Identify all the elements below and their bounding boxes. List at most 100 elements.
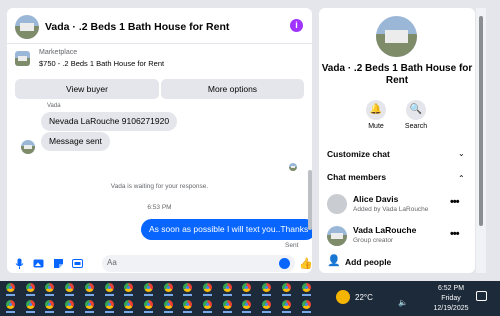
search-label: Search: [404, 123, 428, 130]
page-scrollbar[interactable]: [476, 8, 486, 273]
open-window-indicator: [25, 311, 35, 313]
customize-chat-section[interactable]: Customize chat: [327, 149, 390, 159]
member-avatar[interactable]: [327, 226, 347, 246]
thumbs-up-icon[interactable]: 👍: [299, 257, 312, 270]
member-name[interactable]: Vada LaRouche: [353, 225, 416, 235]
open-window-indicator: [281, 311, 291, 313]
more-options-icon[interactable]: •••: [450, 228, 460, 240]
browser-taskbar-icon[interactable]: [25, 300, 35, 309]
open-window-indicator: [262, 294, 272, 296]
more-options-icon[interactable]: •••: [450, 196, 460, 208]
more-options-button[interactable]: More options: [161, 79, 304, 99]
browser-taskbar-icon[interactable]: [143, 300, 153, 309]
browser-taskbar-icon[interactable]: [281, 283, 291, 292]
open-window-indicator: [203, 294, 212, 296]
browser-taskbar-icon[interactable]: [301, 300, 311, 309]
sender-name: Vada: [47, 103, 61, 109]
browser-taskbar-icon[interactable]: [222, 283, 232, 292]
mute-button[interactable]: 🔔 Mute: [361, 100, 391, 130]
outgoing-message: As soon as possible I will text you..Tha…: [141, 219, 312, 240]
temperature[interactable]: 22°C: [355, 293, 373, 302]
chat-scrollbar[interactable]: [308, 104, 312, 254]
open-window-indicator: [25, 294, 35, 296]
open-window-indicator: [262, 311, 272, 313]
waiting-notice: Vada is waiting for your response.: [110, 183, 209, 190]
notification-icon[interactable]: [476, 291, 487, 301]
open-window-indicator: [163, 294, 173, 296]
message-placeholder: Aa: [107, 258, 117, 267]
clock-day: Friday: [441, 295, 461, 302]
browser-taskbar-icon[interactable]: [163, 300, 173, 309]
bell-icon: 🔔: [366, 100, 386, 120]
browser-taskbar-icon[interactable]: [222, 300, 232, 309]
add-people-button[interactable]: Add people: [345, 257, 391, 267]
message-status: Sent: [285, 242, 299, 249]
open-window-indicator: [281, 294, 291, 296]
browser-taskbar-icon[interactable]: [84, 283, 94, 292]
search-button[interactable]: 🔍 Search: [401, 100, 431, 130]
open-window-indicator: [183, 294, 193, 296]
browser-taskbar-icon[interactable]: [281, 300, 291, 309]
browser-taskbar-icon[interactable]: [6, 283, 15, 292]
group-title: Vada · .2 Beds 1 Bath House for Rent: [321, 63, 473, 86]
browser-taskbar-icon[interactable]: [104, 300, 114, 309]
browser-taskbar-icon[interactable]: [104, 283, 114, 292]
member-avatar[interactable]: [327, 194, 347, 214]
view-buyer-button[interactable]: View buyer: [15, 79, 159, 99]
chat-members-section[interactable]: Chat members: [327, 172, 386, 182]
sticker-icon[interactable]: [53, 258, 64, 269]
open-window-indicator: [45, 294, 55, 296]
open-window-indicator: [183, 311, 193, 313]
info-panel: Vada · .2 Beds 1 Bath House for Rent 🔔 M…: [319, 8, 475, 273]
message-input[interactable]: Aa: [102, 255, 295, 272]
chevron-down-icon[interactable]: ⌄: [458, 149, 465, 158]
info-icon[interactable]: i: [290, 19, 303, 32]
open-window-indicator: [301, 294, 311, 296]
open-window-indicator: [163, 311, 173, 313]
chat-avatar[interactable]: [15, 15, 39, 39]
browser-taskbar-icon[interactable]: [143, 283, 153, 292]
marketplace-label: Marketplace: [39, 49, 78, 56]
open-window-indicator: [84, 294, 94, 296]
open-window-indicator: [45, 311, 55, 313]
open-window-indicator: [301, 311, 311, 313]
open-window-indicator: [84, 311, 94, 313]
member-name[interactable]: Alice Davis: [353, 194, 398, 204]
open-window-indicator: [104, 294, 114, 296]
photo-icon[interactable]: [33, 258, 44, 269]
add-person-icon[interactable]: 👤: [327, 254, 341, 267]
group-avatar[interactable]: [376, 16, 417, 57]
emoji-icon[interactable]: [279, 258, 290, 269]
browser-taskbar-icon[interactable]: [6, 300, 15, 309]
chat-header: Vada · .2 Beds 1 Bath House for Rent i: [7, 8, 312, 44]
weather-icon[interactable]: [336, 290, 350, 304]
chevron-up-icon[interactable]: ⌃: [458, 174, 465, 183]
marketplace-item[interactable]: $750 - .2 Beds 1 Bath House for Rent: [39, 59, 164, 68]
clock-date: 12/19/2025: [433, 305, 469, 312]
chat-panel: Vada · .2 Beds 1 Bath House for Rent i M…: [7, 8, 312, 273]
browser-taskbar-icon[interactable]: [203, 300, 212, 309]
incoming-message: Nevada LaRouche 9106271920: [41, 112, 178, 131]
composer: Aa 👍: [7, 254, 312, 273]
open-window-indicator: [222, 311, 232, 313]
gif-icon[interactable]: [72, 258, 83, 269]
open-window-indicator: [143, 311, 153, 313]
volume-icon[interactable]: 🔈: [398, 298, 408, 307]
browser-taskbar-icon[interactable]: [301, 283, 311, 292]
open-window-indicator: [143, 294, 153, 296]
search-icon: 🔍: [406, 100, 426, 120]
browser-taskbar-icon[interactable]: [25, 283, 35, 292]
browser-taskbar-icon[interactable]: [84, 300, 94, 309]
open-window-indicator: [203, 311, 212, 313]
message-timestamp: 6:53 PM: [147, 204, 172, 211]
browser-taskbar-icon[interactable]: [203, 283, 212, 292]
open-window-indicator: [222, 294, 232, 296]
open-window-indicator: [242, 294, 252, 296]
open-window-indicator: [242, 311, 252, 313]
incoming-message: Message sent: [41, 132, 110, 151]
clock[interactable]: 6:52 PM Friday 12/19/2025: [428, 284, 474, 314]
sender-avatar[interactable]: [21, 140, 35, 154]
browser-taskbar-icon[interactable]: [163, 283, 173, 292]
microphone-icon[interactable]: [14, 258, 25, 269]
chat-title[interactable]: Vada · .2 Beds 1 Bath House for Rent: [45, 21, 229, 33]
